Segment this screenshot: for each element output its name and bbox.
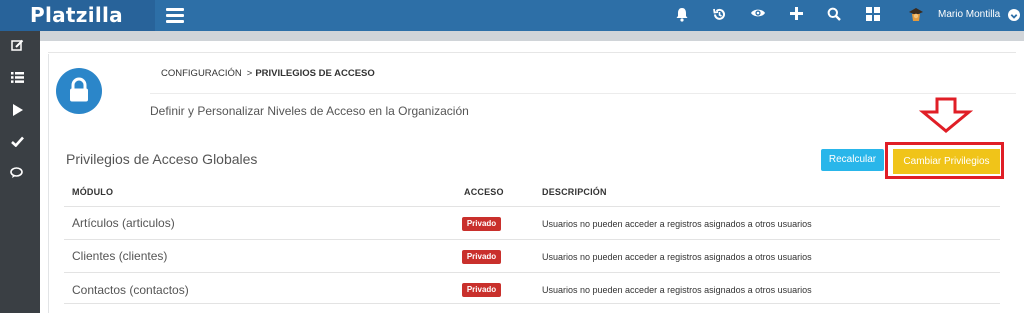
status-badge: Privado (462, 217, 501, 231)
play-icon[interactable] (8, 103, 26, 121)
recalcular-button[interactable]: Recalcular (821, 149, 884, 171)
breadcrumb-separator: > (246, 68, 253, 79)
divider (64, 272, 1000, 273)
edit-icon[interactable] (8, 39, 26, 57)
divider (64, 239, 1000, 240)
status-badge: Privado (462, 283, 501, 297)
table-row-descripcion: Usuarios no pueden acceder a registros a… (542, 252, 812, 262)
divider (48, 52, 1016, 53)
column-header-modulo: MÓDULO (72, 187, 114, 197)
cambiar-privilegios-button[interactable]: Cambiar Privilegios (893, 149, 1000, 174)
history-icon[interactable] (709, 5, 729, 25)
top-strip (40, 31, 1024, 41)
table-row-modulo[interactable]: Artículos (articulos) (72, 215, 175, 231)
chat-icon[interactable] (8, 166, 26, 184)
table-row-descripcion: Usuarios no pueden acceder a registros a… (542, 285, 812, 295)
list-icon[interactable] (8, 70, 26, 88)
arrow-down-icon (918, 97, 974, 133)
top-navbar: Platzilla Mario Montilla (0, 0, 1024, 31)
grid-icon[interactable] (863, 5, 883, 25)
eye-icon[interactable] (748, 5, 768, 25)
divider (150, 93, 1016, 94)
check-icon[interactable] (8, 134, 26, 152)
sidebar (0, 31, 40, 313)
plus-icon[interactable] (786, 5, 806, 25)
breadcrumb-current: PRIVILEGIOS DE ACCESO (255, 68, 375, 79)
divider (64, 303, 1000, 304)
lock-icon (56, 68, 102, 114)
menu-toggle-icon[interactable] (166, 8, 184, 23)
breadcrumb: CONFIGURACIÓN > PRIVILEGIOS DE ACCESO (161, 67, 375, 81)
divider (64, 206, 1000, 207)
page-subtitle: Definir y Personalizar Niveles de Acceso… (150, 104, 469, 118)
status-badge: Privado (462, 250, 501, 264)
table-row-descripcion: Usuarios no pueden acceder a registros a… (542, 219, 812, 229)
app-logo[interactable]: Platzilla (0, 0, 155, 31)
column-header-acceso: ACCESO (464, 187, 504, 197)
table-row-modulo[interactable]: Clientes (clientes) (72, 248, 167, 264)
breadcrumb-parent[interactable]: CONFIGURACIÓN (161, 68, 242, 79)
search-icon[interactable] (824, 5, 844, 25)
avatar[interactable] (907, 7, 925, 23)
user-name[interactable]: Mario Montilla (938, 8, 1000, 22)
bell-icon[interactable] (672, 5, 692, 25)
column-header-descripcion: DESCRIPCIÓN (542, 187, 607, 197)
section-title: Privilegios de Acceso Globales (66, 151, 258, 167)
table-row-modulo[interactable]: Contactos (contactos) (72, 282, 189, 298)
chevron-down-icon[interactable] (1008, 9, 1020, 21)
